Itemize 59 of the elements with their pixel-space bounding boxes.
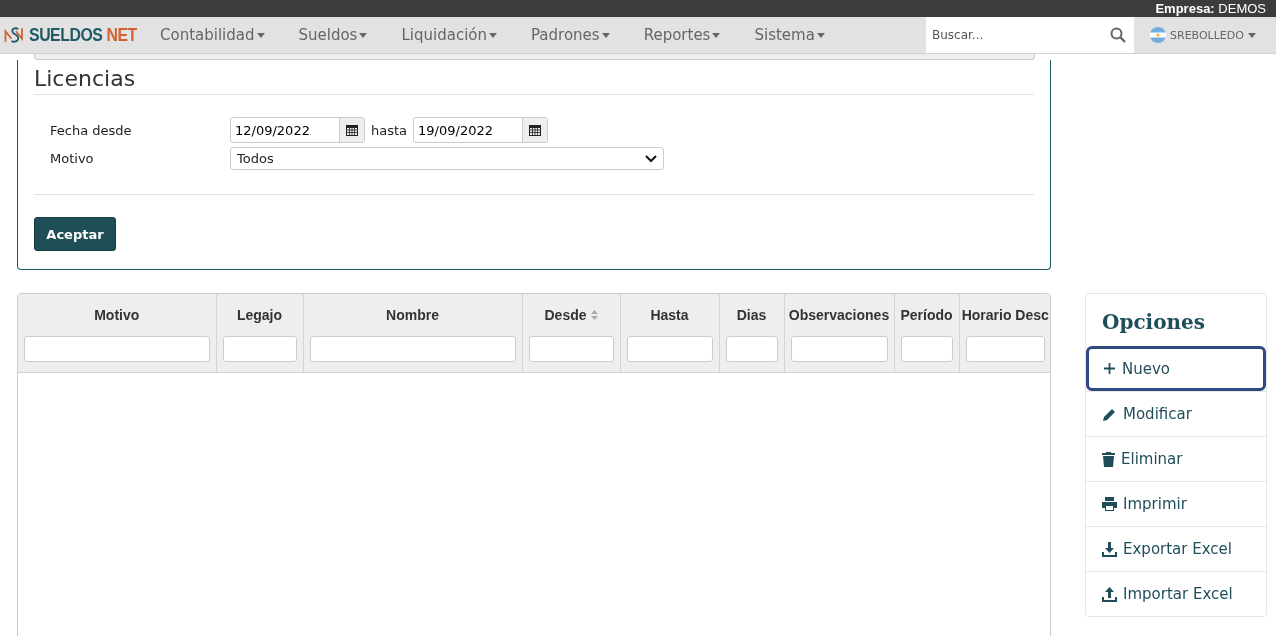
column-header[interactable]: Horario Desc [961, 307, 1049, 323]
download-icon [1102, 541, 1117, 557]
menu-item[interactable]: Reportes [643, 26, 721, 44]
company-label: Empresa: DEMOS [1155, 1, 1266, 16]
date-picker[interactable]: 12/09/2022 [230, 117, 365, 143]
chevron-icon [645, 154, 657, 163]
search-icon[interactable] [1110, 27, 1126, 43]
filter-field[interactable] [528, 336, 614, 362]
caret-icon [816, 32, 825, 38]
brand-name[interactable]: SUELDOS NET [29, 24, 138, 46]
column-header[interactable]: Observaciones [788, 307, 890, 323]
plus-icon [1103, 362, 1116, 375]
column-header[interactable]: Legajo [236, 307, 283, 323]
menu-item[interactable]: Contabilidad [160, 26, 265, 44]
filter-field[interactable] [309, 336, 516, 362]
filter-field[interactable] [626, 336, 713, 362]
options-title: Opciones [1101, 309, 1207, 336]
option-item[interactable]: Nuevo [1086, 346, 1266, 391]
pencil-icon [1102, 406, 1117, 422]
caret-icon [359, 32, 368, 38]
search-field[interactable]: Buscar... [926, 17, 1134, 53]
page-title: Licencias [34, 66, 1034, 95]
column-header[interactable]: Nombre [386, 307, 439, 323]
sort-icon[interactable] [590, 310, 598, 320]
filter-field[interactable] [965, 336, 1045, 362]
upload-icon [1102, 586, 1117, 602]
menu-item[interactable]: Padrones [531, 26, 610, 44]
option-item[interactable]: Importar Excel [1086, 571, 1266, 616]
caret-icon [712, 32, 721, 38]
caret-icon [256, 32, 265, 38]
caret-icon [489, 32, 497, 38]
menu-item[interactable]: Liquidación [401, 26, 497, 44]
filter-field[interactable] [725, 336, 778, 362]
field-label: hasta [371, 122, 408, 138]
calendar-icon [346, 124, 358, 136]
reason-dropdown[interactable]: Todos [230, 147, 664, 170]
date-picker[interactable]: 19/09/2022 [413, 117, 549, 143]
logo-icon [4, 24, 24, 46]
flag-icon [1150, 27, 1166, 43]
trash-icon [1102, 451, 1115, 467]
caret-icon [1247, 32, 1256, 38]
filter-field[interactable] [24, 336, 210, 362]
column-header[interactable]: Desde [544, 307, 587, 323]
menu-item[interactable]: Sueldos [298, 26, 368, 44]
caret-icon [601, 32, 610, 38]
menu-item[interactable]: Sistema [754, 26, 825, 44]
column-header[interactable]: Período [900, 307, 953, 323]
calendar-icon [529, 124, 542, 136]
accept-button[interactable]: Aceptar [34, 217, 116, 251]
filter-field[interactable] [222, 336, 297, 362]
filter-field[interactable] [790, 336, 888, 362]
column-header[interactable]: Dias [736, 307, 767, 323]
filter-field[interactable] [900, 336, 953, 362]
user-menu[interactable]: SREBOLLEDO [1134, 26, 1276, 44]
column-header[interactable]: Motivo [94, 307, 140, 323]
column-header[interactable]: Hasta [650, 307, 689, 323]
field-label: Fecha desde [50, 122, 133, 138]
printer-icon [1102, 497, 1117, 511]
field-label: Motivo [50, 151, 95, 166]
